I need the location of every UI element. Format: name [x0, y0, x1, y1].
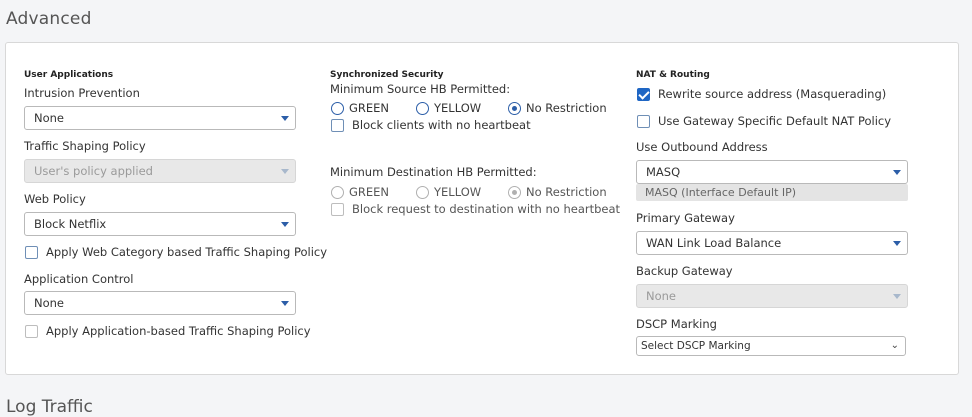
web-policy-label: Web Policy: [24, 192, 86, 206]
intrusion-prevention-value: None: [34, 111, 65, 125]
page-title: Advanced: [6, 9, 92, 29]
primary-gateway-label: Primary Gateway: [636, 211, 735, 225]
web-category-shaping-label: Apply Web Category based Traffic Shaping…: [46, 245, 328, 259]
backup-gateway-label: Backup Gateway: [636, 264, 733, 278]
masquerading-checkbox[interactable]: [637, 88, 650, 101]
masquerading-label: Rewrite source address (Masquerading): [658, 87, 887, 101]
user-applications-heading: User Applications: [24, 70, 114, 80]
source-no-restriction-radio[interactable]: [508, 102, 521, 115]
dest-yellow-label: YELLOW: [434, 185, 482, 199]
dscp-marking-select[interactable]: Select DSCP Marking ⌄: [636, 336, 906, 356]
log-traffic-heading: Log Traffic: [6, 397, 93, 417]
application-control-select[interactable]: None: [24, 291, 296, 315]
dest-no-restriction-label: No Restriction: [526, 185, 607, 199]
nat-routing-heading: NAT & Routing: [636, 70, 710, 80]
block-clients-checkbox[interactable]: [331, 119, 344, 132]
application-control-value: None: [34, 296, 65, 310]
traffic-shaping-value: User's policy applied: [34, 164, 153, 178]
dest-green-label: GREEN: [349, 185, 390, 199]
outbound-address-hint: MASQ (Interface Default IP): [636, 184, 908, 201]
block-dest-checkbox[interactable]: [331, 203, 344, 216]
application-control-label: Application Control: [24, 272, 134, 286]
primary-gateway-select[interactable]: WAN Link Load Balance: [636, 231, 908, 255]
synchronized-security-heading: Synchronized Security: [330, 70, 444, 80]
advanced-panel: User Applications Intrusion Prevention N…: [5, 42, 959, 375]
traffic-shaping-select: User's policy applied: [24, 159, 296, 183]
caret-down-icon: [281, 169, 289, 174]
outbound-address-label: Use Outbound Address: [636, 140, 768, 154]
source-green-label: GREEN: [349, 101, 390, 115]
backup-gateway-select: None: [636, 284, 908, 308]
caret-down-icon: [893, 170, 901, 175]
gateway-nat-policy-checkbox[interactable]: [637, 115, 650, 128]
source-yellow-radio[interactable]: [416, 102, 429, 115]
caret-down-icon: [281, 301, 289, 306]
web-category-shaping-checkbox[interactable]: [25, 246, 38, 259]
traffic-shaping-label: Traffic Shaping Policy: [24, 139, 146, 153]
min-source-hb-label: Minimum Source HB Permitted:: [330, 82, 511, 96]
source-yellow-label: YELLOW: [434, 101, 482, 115]
dest-no-restriction-radio[interactable]: [508, 186, 521, 199]
min-dest-hb-label: Minimum Destination HB Permitted:: [330, 165, 537, 179]
outbound-address-value: MASQ: [646, 165, 681, 179]
web-policy-select[interactable]: Block Netflix: [24, 212, 296, 236]
web-policy-value: Block Netflix: [34, 217, 107, 231]
block-clients-label: Block clients with no heartbeat: [352, 118, 531, 132]
caret-down-icon: [281, 116, 289, 121]
app-shaping-label: Apply Application-based Traffic Shaping …: [46, 324, 311, 338]
caret-down-icon: [893, 241, 901, 246]
backup-gateway-value: None: [646, 289, 677, 303]
outbound-address-select[interactable]: MASQ: [636, 160, 908, 184]
app-shaping-checkbox[interactable]: [25, 325, 38, 338]
primary-gateway-value: WAN Link Load Balance: [646, 236, 782, 250]
dest-yellow-radio[interactable]: [416, 186, 429, 199]
block-dest-label: Block request to destination with no hea…: [352, 202, 621, 216]
source-green-radio[interactable]: [331, 102, 344, 115]
intrusion-prevention-label: Intrusion Prevention: [24, 86, 140, 100]
caret-down-icon: [893, 294, 901, 299]
source-no-restriction-label: No Restriction: [526, 101, 607, 115]
intrusion-prevention-select[interactable]: None: [24, 106, 296, 130]
dest-green-radio[interactable]: [331, 186, 344, 199]
caret-down-icon: [281, 222, 289, 227]
dscp-marking-label: DSCP Marking: [636, 317, 717, 331]
chevron-down-icon: ⌄: [890, 340, 899, 351]
dscp-marking-value: Select DSCP Marking: [641, 340, 751, 352]
gateway-nat-policy-label: Use Gateway Specific Default NAT Policy: [658, 114, 892, 128]
